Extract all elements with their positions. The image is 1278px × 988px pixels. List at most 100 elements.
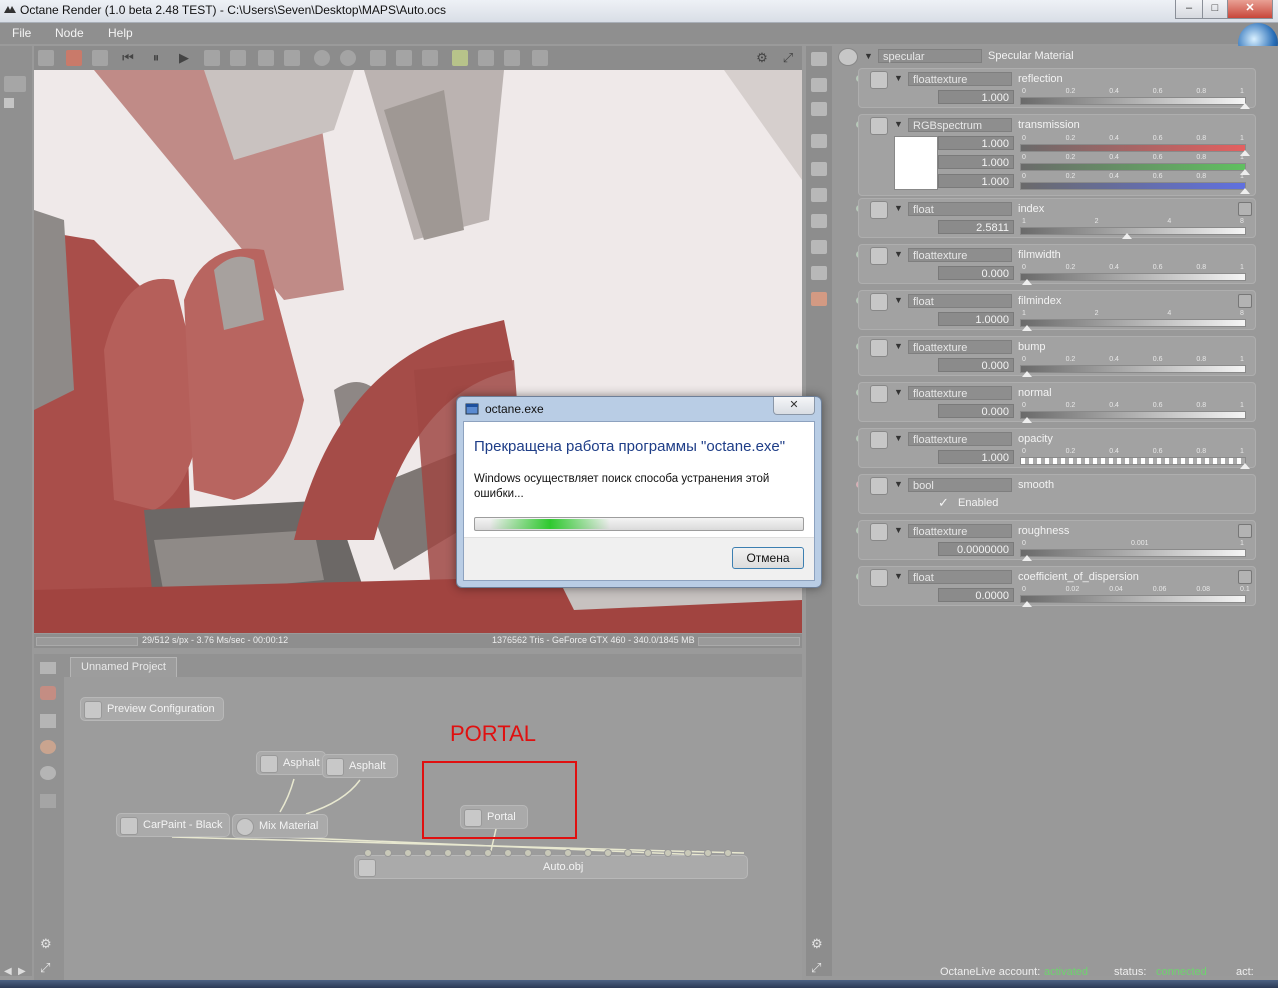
preview-configuration-button[interactable]: Preview Configuration [80,697,224,721]
inspector-wrench-icon[interactable]: ⚙ [811,936,823,952]
pin[interactable] [504,849,512,857]
slider-handle[interactable] [1022,325,1032,331]
save-image-icon[interactable] [38,50,54,66]
param-slider[interactable] [1020,182,1246,190]
param-type-select[interactable]: floattexture [908,386,1012,400]
pin[interactable] [604,849,612,857]
pin[interactable] [704,849,712,857]
expand-triangle-icon[interactable]: ▼ [894,479,903,489]
expand-triangle-icon[interactable]: ▼ [894,73,903,83]
slider-handle[interactable] [1122,233,1132,239]
node-asphalt-1[interactable]: Asphalt [256,751,326,775]
minimize-button[interactable]: – [1175,0,1203,19]
region-icon[interactable] [370,50,386,66]
stack-icon[interactable] [811,102,827,116]
slider-handle[interactable] [1022,371,1032,377]
checkbox-check-icon[interactable]: ✓ [938,495,949,511]
layers-icon[interactable] [811,78,827,92]
mesh-tool-icon[interactable] [811,214,827,228]
node-carpaint-black[interactable]: CarPaint - Black [116,813,230,837]
param-type-icon[interactable] [870,523,888,541]
param-type-select[interactable]: float [908,570,1012,584]
slider-handle[interactable] [1022,555,1032,561]
param-value[interactable]: 1.000 [938,90,1014,104]
node-auto-obj[interactable]: Auto.obj [354,855,748,879]
param-type-select[interactable]: RGBspectrum [908,118,1012,132]
param-type-select[interactable]: floattexture [908,524,1012,538]
param-slider[interactable] [1020,411,1246,419]
param-slider[interactable] [1020,227,1246,235]
slider-handle[interactable] [1022,279,1032,285]
param-slider[interactable] [1020,97,1246,105]
pin[interactable] [524,849,532,857]
pin[interactable] [664,849,672,857]
environment-icon[interactable] [811,188,827,202]
expand-triangle-icon[interactable]: ▼ [894,249,903,259]
node-wrench-icon[interactable]: ⚙ [40,936,52,952]
expand-triangle-icon[interactable]: ▼ [894,525,903,535]
param-type-icon[interactable] [870,201,888,219]
pin[interactable] [424,849,432,857]
param-type-select[interactable]: bool [908,478,1012,492]
param-type-icon[interactable] [870,569,888,587]
param-slider[interactable] [1020,144,1246,152]
scroll-left-icon[interactable]: ◀ [4,966,12,977]
node-mix-material[interactable]: Mix Material [232,814,328,838]
param-type-select[interactable]: floattexture [908,340,1012,354]
pin[interactable] [724,849,732,857]
pin[interactable] [564,849,572,857]
export-icon[interactable] [452,50,468,66]
param-type-icon[interactable] [870,117,888,135]
camera-node-icon[interactable] [40,766,56,780]
node-portal[interactable]: Portal [460,805,528,829]
slider-handle[interactable] [1240,188,1250,194]
param-slider[interactable] [1020,319,1246,327]
material-picker-icon[interactable] [314,50,330,66]
auto-focus-icon[interactable] [230,50,246,66]
pause-render-icon[interactable]: ⏸ [148,50,164,66]
import-icon[interactable] [478,50,494,66]
param-type-select[interactable]: float [908,294,1012,308]
param-type-icon[interactable] [870,293,888,311]
slider-handle[interactable] [1240,103,1250,109]
refresh-icon[interactable] [258,50,274,66]
pin[interactable] [364,849,372,857]
expand-icon[interactable]: ⤢ [780,50,796,66]
pin[interactable] [484,849,492,857]
wrench-icon[interactable]: ⚙ [754,50,770,66]
material-type-select[interactable]: specular [878,49,982,63]
tab-unnamed-project[interactable]: Unnamed Project [70,657,177,677]
collapse-icon[interactable] [4,98,14,108]
param-slider[interactable] [1020,163,1246,171]
scroll-right-icon[interactable]: ▶ [18,966,26,977]
pin[interactable] [544,849,552,857]
texture-node-icon[interactable] [40,794,56,808]
restart-render-icon[interactable]: ⏮ [120,50,136,66]
dialog-close-button[interactable]: ✕ [773,397,815,415]
param-value-b[interactable]: 1.000 [938,174,1014,188]
param-value[interactable]: 0.0000000 [938,542,1014,556]
expand-triangle-icon[interactable]: ▼ [894,433,903,443]
slider-handle[interactable] [1240,463,1250,469]
expand-triangle-icon[interactable]: ▼ [894,119,903,129]
menu-node[interactable]: Node [55,26,84,40]
menu-help[interactable]: Help [108,26,133,40]
expand-triangle-icon[interactable]: ▼ [894,203,903,213]
pin[interactable] [444,849,452,857]
param-value[interactable]: 0.000 [938,404,1014,418]
param-slider[interactable] [1020,457,1246,465]
param-value[interactable]: 2.5811 [938,220,1014,234]
expand-triangle-icon[interactable]: ▼ [894,387,903,397]
material-preview-icon[interactable] [838,48,858,66]
param-type-icon[interactable] [870,431,888,449]
texture-icon[interactable] [811,240,827,254]
node-tool-icon[interactable] [40,662,56,674]
start-render-icon[interactable]: ▶ [176,50,192,66]
curve-icon[interactable] [1238,570,1252,584]
curve-icon[interactable] [1238,524,1252,538]
object-picker-icon[interactable] [340,50,356,66]
save-node-icon[interactable] [40,714,56,728]
param-type-select[interactable]: floattexture [908,432,1012,446]
pin[interactable] [464,849,472,857]
clay-icon[interactable] [422,50,438,66]
